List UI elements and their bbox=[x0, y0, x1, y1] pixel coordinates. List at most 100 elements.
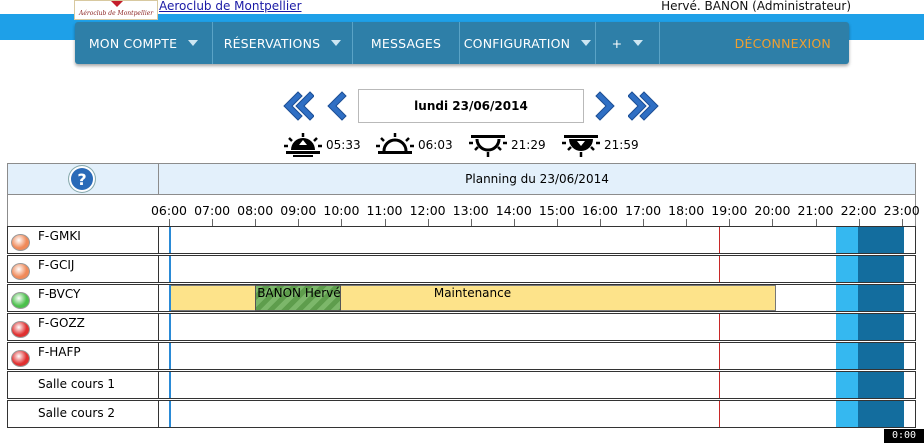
day-start-line bbox=[169, 343, 171, 369]
logo-text: Aéroclub de Montpellier bbox=[79, 10, 154, 17]
club-logo[interactable]: Aéroclub de Montpellier bbox=[74, 0, 158, 20]
sunset-icon bbox=[469, 135, 507, 157]
night-zone bbox=[857, 372, 904, 398]
day-start-line bbox=[169, 227, 171, 253]
logo-bird-icon bbox=[105, 1, 129, 7]
resource-name[interactable]: F-GOZZ bbox=[38, 316, 85, 330]
day-start-line bbox=[169, 256, 171, 282]
hour-label: 18:00 bbox=[668, 203, 705, 218]
night-zone bbox=[857, 401, 904, 427]
sunset-info: 21:29 bbox=[468, 130, 546, 160]
dawn-time: 05:33 bbox=[326, 138, 361, 152]
help-icon[interactable]: ? bbox=[69, 166, 95, 192]
hour-label: 06:00 bbox=[150, 203, 188, 218]
hour-label: 14:00 bbox=[495, 203, 532, 218]
chevron-down-icon bbox=[331, 40, 342, 46]
twilight-zone bbox=[836, 256, 858, 282]
hour-label: 12:00 bbox=[409, 203, 446, 218]
hour-label: 08:00 bbox=[237, 203, 274, 218]
current-time-line bbox=[718, 256, 720, 282]
twilight-zone bbox=[836, 227, 858, 253]
hour-label: 15:00 bbox=[538, 203, 575, 218]
nav-item-2[interactable]: RÉSERVATIONS bbox=[213, 22, 353, 64]
row-separator bbox=[158, 372, 159, 398]
hour-scale: 06:00 07:00 08:00 09:00 10:00 11:00 12:00 13:00… bbox=[7, 195, 920, 227]
current-time-line bbox=[718, 343, 720, 369]
prev-day-icon[interactable] bbox=[322, 88, 348, 124]
twilight-zone bbox=[836, 401, 858, 427]
hour-label: 11:00 bbox=[366, 203, 403, 218]
nav-item-1[interactable]: MON COMPTE bbox=[75, 22, 213, 64]
dusk-icon bbox=[562, 135, 600, 157]
planning-grid: ? Planning du 23/06/2014 06:00 07:00 08:00… bbox=[7, 163, 920, 431]
planning-row[interactable]: Salle cours 1 bbox=[7, 371, 916, 399]
twilight-zone bbox=[836, 314, 858, 340]
planning-title: Planning du 23/06/2014 bbox=[465, 172, 609, 186]
dusk-time: 21:59 bbox=[604, 138, 639, 152]
hour-label: 23:00 bbox=[883, 203, 920, 218]
planning-row[interactable]: F-BVCY Maintenance BANON Hervé bbox=[7, 284, 916, 312]
hour-label: 17:00 bbox=[625, 203, 662, 218]
clock-overlay: 0:00 bbox=[884, 429, 924, 443]
row-separator bbox=[158, 227, 159, 253]
nav-item-label: MESSAGES bbox=[370, 35, 442, 51]
day-start-line bbox=[169, 285, 171, 311]
current-date[interactable]: lundi 23/06/2014 bbox=[358, 89, 584, 123]
row-separator bbox=[158, 285, 159, 311]
dawn-info: 05:33 bbox=[283, 130, 361, 160]
planning-row[interactable]: F-HAFP bbox=[7, 342, 916, 370]
nav-item-label: MON COMPTE bbox=[88, 35, 178, 51]
dawn-icon bbox=[284, 133, 322, 157]
planning-row[interactable]: Salle cours 2 bbox=[7, 400, 916, 428]
status-red-icon bbox=[11, 321, 30, 338]
day-start-line bbox=[169, 372, 171, 398]
hour-label: 22:00 bbox=[840, 203, 877, 218]
resource-name[interactable]: F-GMKI bbox=[38, 229, 81, 243]
nav-item-3[interactable]: MESSAGES bbox=[353, 22, 460, 64]
night-zone bbox=[857, 343, 904, 369]
prev-week-icon[interactable] bbox=[280, 88, 314, 124]
logout-button[interactable]: DÉCONNEXION bbox=[660, 22, 849, 64]
twilight-zone bbox=[836, 285, 858, 311]
nav-item-label: CONFIGURATION bbox=[463, 35, 571, 51]
nav-item-label: + bbox=[611, 35, 623, 51]
planning-row[interactable]: F-GCIJ bbox=[7, 255, 916, 283]
nav-item-4[interactable]: CONFIGURATION bbox=[460, 22, 596, 64]
resource-name[interactable]: Salle cours 2 bbox=[38, 406, 115, 420]
club-link[interactable]: Aeroclub de Montpellier bbox=[159, 0, 302, 13]
day-start-line bbox=[169, 314, 171, 340]
day-start-line bbox=[169, 401, 171, 427]
row-separator bbox=[158, 401, 159, 427]
flight-reservation[interactable]: BANON Hervé bbox=[255, 285, 342, 311]
sunrise-info: 06:03 bbox=[375, 130, 453, 160]
sunset-time: 21:29 bbox=[511, 138, 546, 152]
status-red-icon bbox=[11, 350, 30, 367]
next-week-icon[interactable] bbox=[628, 88, 664, 124]
resource-name[interactable]: F-BVCY bbox=[38, 287, 80, 301]
current-user: Hervé. BANON (Administrateur) bbox=[661, 0, 851, 13]
row-separator bbox=[158, 343, 159, 369]
hour-label: 19:00 bbox=[711, 203, 748, 218]
planning-row[interactable]: F-GMKI bbox=[7, 226, 916, 254]
resource-name[interactable]: Salle cours 1 bbox=[38, 377, 115, 391]
nav-item-5[interactable]: + bbox=[596, 22, 660, 64]
hour-label: 09:00 bbox=[280, 203, 317, 218]
nav-item-label: RÉSERVATIONS bbox=[223, 35, 321, 51]
twilight-zone bbox=[836, 343, 858, 369]
chevron-down-icon bbox=[581, 40, 592, 46]
current-time-line bbox=[718, 227, 720, 253]
planning-row[interactable]: F-GOZZ bbox=[7, 313, 916, 341]
resource-name[interactable]: F-HAFP bbox=[38, 345, 81, 359]
resource-name[interactable]: F-GCIJ bbox=[38, 258, 74, 272]
status-green-icon bbox=[11, 292, 30, 309]
row-separator bbox=[158, 314, 159, 340]
current-time-line bbox=[718, 401, 720, 427]
current-time-line bbox=[718, 314, 720, 340]
status-orange-icon bbox=[11, 263, 30, 280]
row-separator bbox=[158, 256, 159, 282]
hour-label: 16:00 bbox=[581, 203, 619, 218]
night-zone bbox=[857, 314, 904, 340]
next-day-icon[interactable] bbox=[594, 88, 620, 124]
hour-label: 13:00 bbox=[452, 203, 489, 218]
twilight-zone bbox=[836, 372, 858, 398]
